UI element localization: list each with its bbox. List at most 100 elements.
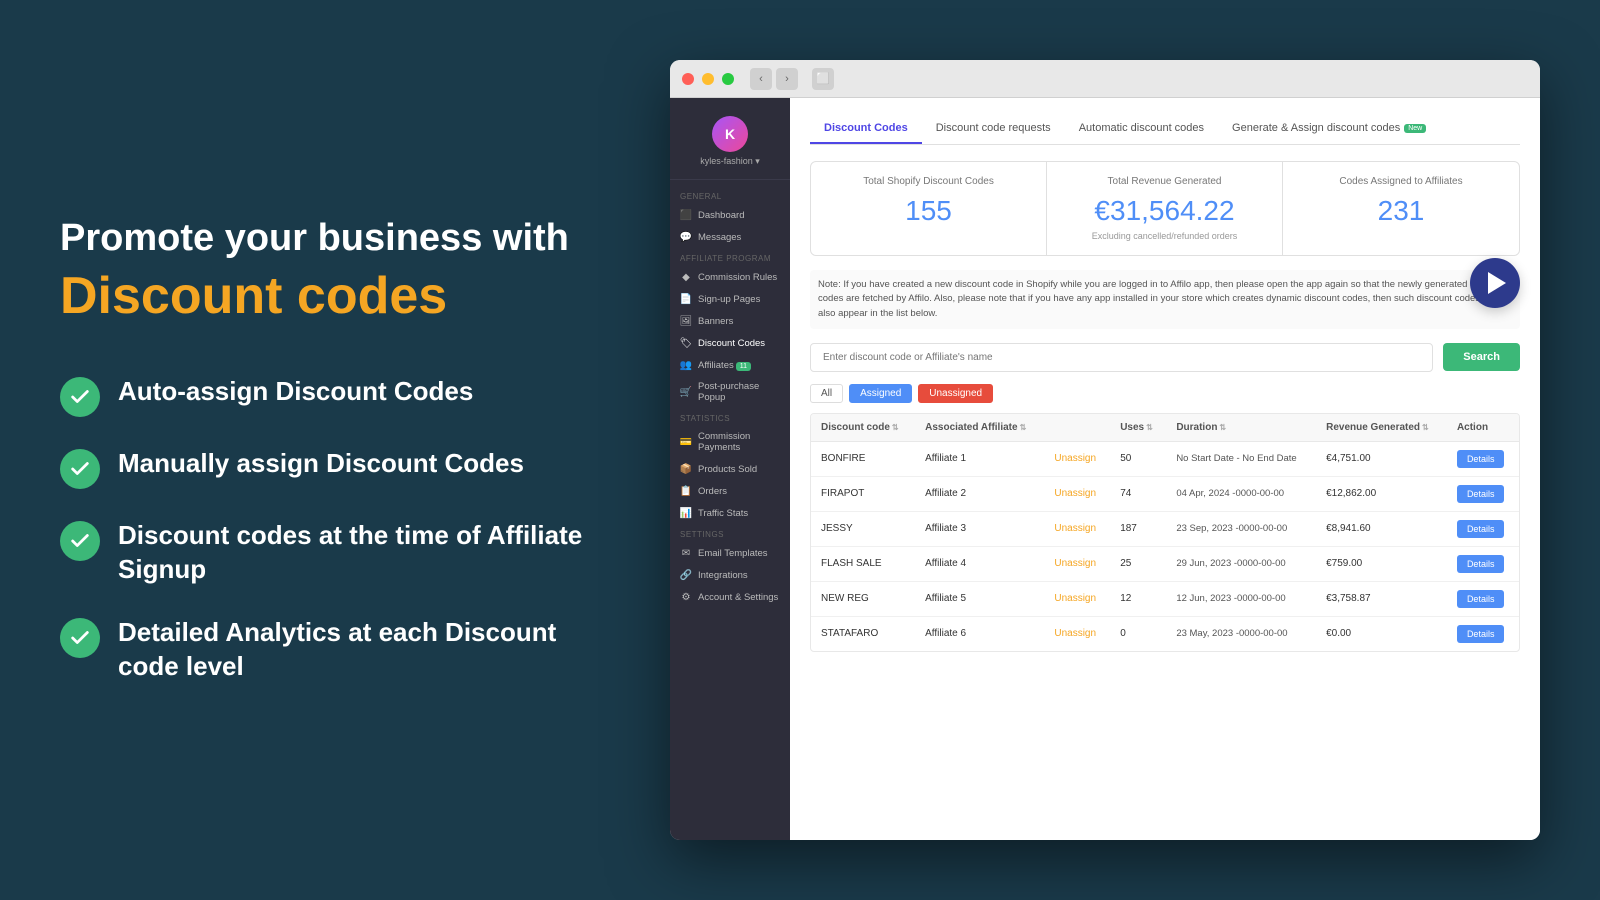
unassign-cell[interactable]: Unassign: [1044, 546, 1110, 581]
sidebar-icon: 💳: [680, 436, 692, 448]
unassign-cell[interactable]: Unassign: [1044, 581, 1110, 616]
sidebar-icon: 🛒: [680, 386, 692, 398]
back-button[interactable]: ‹: [750, 68, 772, 90]
sidebar-icon: 🖼: [680, 315, 692, 327]
tab-generate-&-assign-discount-codes[interactable]: Generate & Assign discount codesNew: [1218, 114, 1440, 144]
forward-button[interactable]: ›: [776, 68, 798, 90]
tab-discount-codes[interactable]: Discount Codes: [810, 114, 922, 144]
filter-tab-assigned[interactable]: Assigned: [849, 384, 912, 403]
sidebar-item-products-sold[interactable]: 📦 Products Sold: [670, 458, 790, 480]
sidebar-item-account-&-settings[interactable]: ⚙ Account & Settings: [670, 586, 790, 608]
unassign-link[interactable]: Unassign: [1054, 628, 1096, 639]
th-uses[interactable]: Uses⇅: [1110, 414, 1166, 442]
close-dot[interactable]: [682, 73, 694, 85]
sidebar-label: Dashboard: [698, 210, 744, 221]
details-button[interactable]: Details: [1457, 520, 1505, 538]
check-icon: [60, 449, 100, 489]
browser-content: K kyles-fashion ▾ GENERAL⬛ Dashboard💬 Me…: [670, 98, 1540, 840]
uses-cell: 12: [1110, 581, 1166, 616]
sidebar-label: Traffic Stats: [698, 508, 748, 519]
tabs-bar: Discount CodesDiscount code requestsAuto…: [810, 114, 1520, 145]
sidebar-item-email-templates[interactable]: ✉ Email Templates: [670, 542, 790, 564]
th-revenue-generated[interactable]: Revenue Generated⇅: [1316, 414, 1447, 442]
sidebar-item-commission-payments[interactable]: 💳 Commission Payments: [670, 426, 790, 458]
tab-discount-code-requests[interactable]: Discount code requests: [922, 114, 1065, 144]
action-cell[interactable]: Details: [1447, 476, 1519, 511]
sidebar-item-banners[interactable]: 🖼 Banners: [670, 310, 790, 332]
sidebar-logo: K kyles-fashion ▾: [670, 108, 790, 180]
duration-cell: 29 Jun, 2023 -0000-00-00: [1166, 546, 1316, 581]
details-button[interactable]: Details: [1457, 450, 1505, 468]
sidebar-item-commission-rules[interactable]: ◆ Commission Rules: [670, 266, 790, 288]
sidebar-item-sign-up-pages[interactable]: 📄 Sign-up Pages: [670, 288, 790, 310]
details-button[interactable]: Details: [1457, 485, 1505, 503]
play-button[interactable]: [1470, 258, 1520, 308]
action-cell[interactable]: Details: [1447, 581, 1519, 616]
sidebar-item-traffic-stats[interactable]: 📊 Traffic Stats: [670, 502, 790, 524]
th-action: Action: [1447, 414, 1519, 442]
tab-automatic-discount-codes[interactable]: Automatic discount codes: [1065, 114, 1218, 144]
feature-item-f3: Discount codes at the time of Affiliate …: [60, 519, 620, 587]
stat-card-0: Total Shopify Discount Codes 155: [811, 162, 1047, 255]
unassign-link[interactable]: Unassign: [1054, 453, 1096, 464]
feature-text: Discount codes at the time of Affiliate …: [118, 519, 620, 587]
sidebar-section-label: STATISTICS: [670, 408, 790, 426]
promo-title-line1: Promote your business with: [60, 216, 620, 262]
th-associated-affiliate[interactable]: Associated Affiliate⇅: [915, 414, 1044, 442]
minimize-dot[interactable]: [702, 73, 714, 85]
table-row: NEW REG Affiliate 5 Unassign 12 12 Jun, …: [811, 581, 1519, 616]
affiliate-cell: Affiliate 2: [915, 476, 1044, 511]
feature-list: Auto-assign Discount Codes Manually assi…: [60, 375, 620, 684]
unassign-cell[interactable]: Unassign: [1044, 441, 1110, 476]
sidebar-item-post-purchase-popup[interactable]: 🛒 Post-purchase Popup: [670, 376, 790, 408]
feature-item-f4: Detailed Analytics at each Discount code…: [60, 616, 620, 684]
feature-item-f1: Auto-assign Discount Codes: [60, 375, 620, 417]
sidebar-icon: 📋: [680, 485, 692, 497]
action-cell[interactable]: Details: [1447, 616, 1519, 651]
uses-cell: 25: [1110, 546, 1166, 581]
action-cell[interactable]: Details: [1447, 441, 1519, 476]
sidebar-label: Banners: [698, 316, 733, 327]
stat-value: €31,564.22: [1063, 195, 1266, 227]
revenue-cell: €12,862.00: [1316, 476, 1447, 511]
th-discount-code[interactable]: Discount code⇅: [811, 414, 915, 442]
sidebar-item-integrations[interactable]: 🔗 Integrations: [670, 564, 790, 586]
action-cell[interactable]: Details: [1447, 511, 1519, 546]
unassign-link[interactable]: Unassign: [1054, 593, 1096, 604]
unassign-link[interactable]: Unassign: [1054, 488, 1096, 499]
uses-cell: 74: [1110, 476, 1166, 511]
search-button[interactable]: Search: [1443, 343, 1520, 371]
details-button[interactable]: Details: [1457, 555, 1505, 573]
sidebar-item-affiliates[interactable]: 👥 Affiliates11: [670, 354, 790, 376]
sidebar-item-discount-codes[interactable]: 🏷 Discount Codes: [670, 332, 790, 354]
logo-icon: K: [712, 116, 748, 152]
nav-buttons: ‹ ›: [750, 68, 798, 90]
tab-icon: ⬜: [812, 68, 834, 90]
action-cell[interactable]: Details: [1447, 546, 1519, 581]
filter-tabs: All Assigned Unassigned: [810, 384, 1520, 403]
table-row: STATAFARO Affiliate 6 Unassign 0 23 May,…: [811, 616, 1519, 651]
sidebar-label: Email Templates: [698, 548, 768, 559]
sidebar-item-messages[interactable]: 💬 Messages: [670, 226, 790, 248]
th-duration[interactable]: Duration⇅: [1166, 414, 1316, 442]
maximize-dot[interactable]: [722, 73, 734, 85]
search-input[interactable]: [810, 343, 1433, 372]
logo-name[interactable]: kyles-fashion ▾: [700, 156, 760, 167]
filter-tab-all[interactable]: All: [810, 384, 843, 403]
filter-tab-unassigned[interactable]: Unassigned: [918, 384, 993, 403]
code-cell: FLASH SALE: [811, 546, 915, 581]
details-button[interactable]: Details: [1457, 590, 1505, 608]
sidebar-item-orders[interactable]: 📋 Orders: [670, 480, 790, 502]
unassign-cell[interactable]: Unassign: [1044, 511, 1110, 546]
unassign-link[interactable]: Unassign: [1054, 558, 1096, 569]
revenue-cell: €0.00: [1316, 616, 1447, 651]
unassign-link[interactable]: Unassign: [1054, 523, 1096, 534]
unassign-cell[interactable]: Unassign: [1044, 616, 1110, 651]
sidebar-item-dashboard[interactable]: ⬛ Dashboard: [670, 204, 790, 226]
stats-row: Total Shopify Discount Codes 155 Total R…: [810, 161, 1520, 256]
uses-cell: 50: [1110, 441, 1166, 476]
unassign-cell[interactable]: Unassign: [1044, 476, 1110, 511]
sidebar-icon: 📦: [680, 463, 692, 475]
code-cell: FIRAPOT: [811, 476, 915, 511]
details-button[interactable]: Details: [1457, 625, 1505, 643]
